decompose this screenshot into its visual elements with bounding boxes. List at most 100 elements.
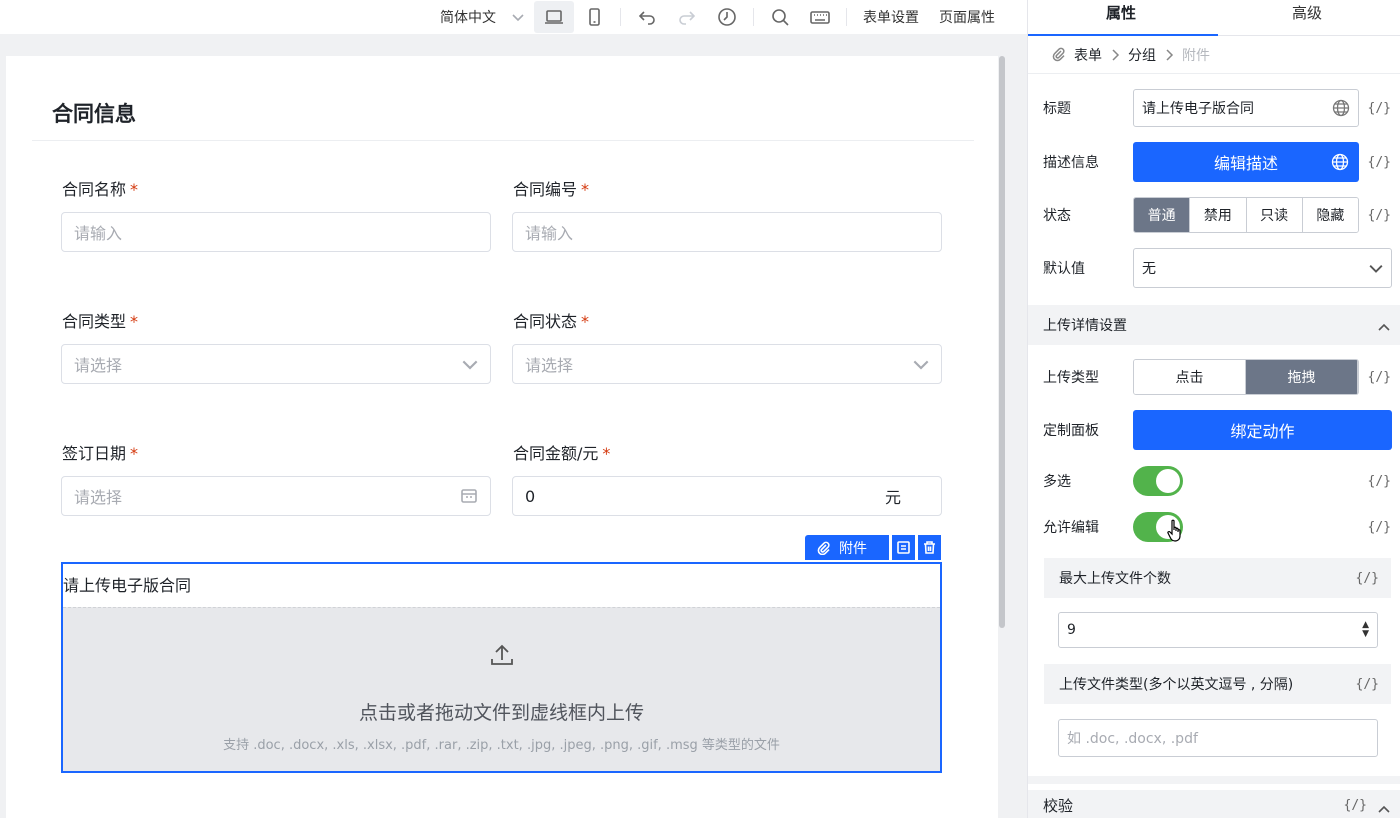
- formula-button[interactable]: {/}: [1368, 474, 1391, 489]
- upload-settings-header[interactable]: 上传详情设置: [1028, 305, 1400, 345]
- required-mark: *: [130, 312, 139, 331]
- placeholder: 请输入: [74, 224, 123, 243]
- formula-button[interactable]: {/}: [1368, 101, 1391, 116]
- upload-title: 请上传电子版合同: [63, 576, 192, 595]
- upload-type-segmented: 点击 拖拽: [1133, 359, 1359, 395]
- globe-icon[interactable]: [1331, 153, 1349, 171]
- tab-advanced[interactable]: 高级: [1214, 0, 1400, 35]
- calendar-icon: [460, 487, 478, 505]
- prop-row-description: 描述信息 编辑描述 {/}: [1028, 142, 1400, 182]
- status-option-normal[interactable]: 普通: [1134, 198, 1191, 232]
- multiple-toggle[interactable]: [1133, 466, 1183, 496]
- formula-button[interactable]: {/}: [1368, 370, 1391, 385]
- chevron-down-icon: [913, 356, 929, 372]
- toolbar-divider: [620, 8, 621, 26]
- desktop-icon[interactable]: [534, 1, 574, 33]
- formula-button[interactable]: {/}: [1368, 520, 1391, 535]
- max-files-value: 9: [1067, 622, 1076, 638]
- upload-type-drag[interactable]: 拖拽: [1246, 360, 1358, 394]
- form-settings-button[interactable]: 表单设置: [853, 0, 929, 34]
- title-input[interactable]: 请上传电子版合同: [1133, 89, 1359, 127]
- formula-button[interactable]: {/}: [1368, 155, 1391, 170]
- copy-button[interactable]: [892, 535, 915, 560]
- globe-icon[interactable]: [1332, 99, 1350, 117]
- mobile-icon[interactable]: [574, 1, 614, 33]
- prop-row-allow-edit: 允许编辑 {/}: [1028, 507, 1400, 547]
- paperclip-icon: [1052, 47, 1066, 63]
- status-option-disabled[interactable]: 禁用: [1190, 198, 1247, 232]
- contract-name-input[interactable]: 请输入: [61, 212, 491, 252]
- form-canvas: 合同信息 合同名称 * 请输入 合同编号 * 请输入 合同类型 * 请选择 合同状态 *…: [6, 56, 998, 818]
- max-files-input[interactable]: 9 ▲ ▼: [1058, 612, 1378, 648]
- upload-type-click[interactable]: 点击: [1134, 360, 1246, 394]
- default-value-select[interactable]: 无: [1133, 248, 1392, 288]
- required-mark: *: [602, 444, 611, 463]
- chevron-down-icon: [1369, 261, 1383, 275]
- custom-panel-label: 定制面板: [1043, 423, 1099, 439]
- contract-type-select[interactable]: 请选择: [61, 344, 491, 384]
- chevron-right-icon: [1110, 48, 1120, 62]
- chevron-up-icon: [1377, 800, 1391, 813]
- label-text: 签订日期: [62, 444, 127, 463]
- placeholder: 请选择: [74, 488, 123, 507]
- chevron-down-icon: [462, 356, 478, 372]
- form-title: 合同信息: [52, 102, 136, 126]
- breadcrumb-group[interactable]: 分组: [1128, 45, 1156, 65]
- page-props-button[interactable]: 页面属性: [929, 0, 1005, 34]
- delete-button[interactable]: [918, 535, 941, 560]
- contract-status-select[interactable]: 请选择: [512, 344, 942, 384]
- upload-dropzone[interactable]: 点击或者拖动文件到虚线框内上传 支持 .doc, .docx, .xls, .x…: [63, 607, 940, 771]
- keyboard-icon[interactable]: [800, 1, 840, 33]
- file-types-input[interactable]: 如 .doc, .docx, .pdf: [1058, 719, 1378, 757]
- breadcrumb-form[interactable]: 表单: [1074, 45, 1102, 65]
- bind-action-button[interactable]: 绑定动作: [1133, 410, 1392, 450]
- amount-suffix: 元: [884, 488, 901, 507]
- max-files-header: 最大上传文件个数 {/}: [1044, 558, 1391, 598]
- status-label: 状态: [1043, 208, 1071, 224]
- prop-row-multiple: 多选 {/}: [1028, 461, 1400, 501]
- prop-row-default: 默认值 无: [1028, 248, 1400, 288]
- description-label: 描述信息: [1043, 155, 1099, 171]
- contract-number-input[interactable]: 请输入: [512, 212, 942, 252]
- chevron-down-icon: [512, 11, 524, 23]
- language-label: 简体中文: [440, 10, 496, 26]
- label-text: 合同状态: [513, 312, 578, 331]
- formula-button[interactable]: {/}: [1356, 677, 1379, 692]
- canvas-scrollbar[interactable]: [999, 56, 1005, 628]
- tab-properties[interactable]: 属性: [1028, 0, 1214, 35]
- allow-edit-label: 允许编辑: [1043, 520, 1099, 536]
- status-option-readonly[interactable]: 只读: [1246, 198, 1303, 232]
- stepper-down-icon[interactable]: ▼: [1362, 630, 1369, 639]
- attachment-upload-field[interactable]: 请上传电子版合同 点击或者拖动文件到虚线框内上传 支持 .doc, .docx,…: [61, 562, 942, 773]
- number-stepper[interactable]: ▲ ▼: [1362, 621, 1369, 639]
- sign-date-picker[interactable]: 请选择: [61, 476, 491, 516]
- default-label: 默认值: [1043, 261, 1085, 277]
- toggle-knob: [1156, 469, 1180, 493]
- prop-row-status: 状态 普通 禁用 只读 隐藏 {/}: [1028, 195, 1400, 235]
- chevron-right-icon: [1164, 48, 1174, 62]
- title-label: 标题: [1043, 101, 1071, 117]
- title-value: 请上传电子版合同: [1142, 101, 1254, 117]
- formula-button[interactable]: {/}: [1344, 798, 1367, 813]
- property-panel: 属性 高级 表单 分组 附件 标题 请上传电子版合同 {/} 描述信息 编辑描述…: [1027, 0, 1400, 818]
- attachment-tag[interactable]: 附件: [805, 535, 889, 560]
- placeholder: 请输入: [525, 224, 574, 243]
- hand-cursor-icon: [1166, 519, 1184, 543]
- edit-description-button[interactable]: 编辑描述: [1133, 142, 1359, 182]
- validation-header[interactable]: 校验 {/}: [1028, 790, 1400, 818]
- language-select[interactable]: 简体中文: [430, 0, 534, 34]
- redo-icon[interactable]: [667, 1, 707, 33]
- undo-icon[interactable]: [627, 1, 667, 33]
- history-icon[interactable]: [707, 1, 747, 33]
- placeholder: 请选择: [525, 356, 574, 375]
- search-icon[interactable]: [760, 1, 800, 33]
- required-mark: *: [581, 180, 590, 199]
- required-mark: *: [130, 444, 139, 463]
- contract-amount-input[interactable]: 0元: [512, 476, 942, 516]
- edit-description-label: 编辑描述: [1213, 154, 1278, 173]
- label-text: 合同类型: [62, 312, 127, 331]
- toolbar-divider: [846, 8, 847, 26]
- formula-button[interactable]: {/}: [1368, 208, 1391, 223]
- formula-button[interactable]: {/}: [1356, 571, 1379, 586]
- status-option-hidden[interactable]: 隐藏: [1302, 198, 1358, 232]
